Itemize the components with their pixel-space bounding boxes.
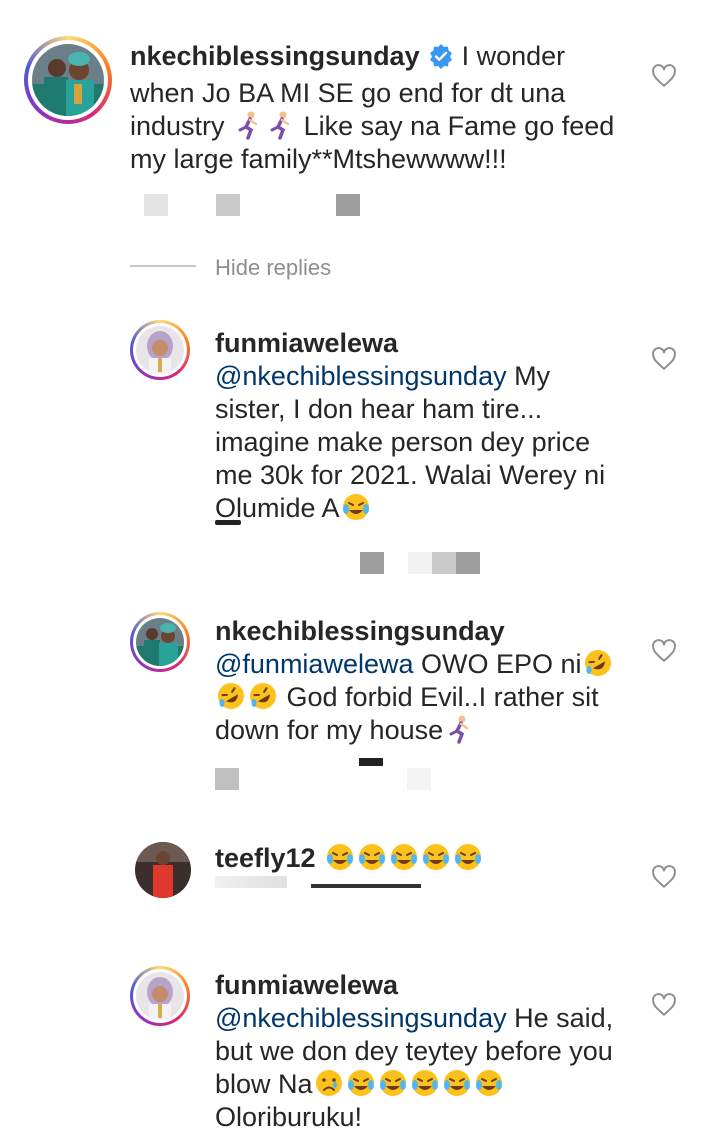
redacted-meta-row bbox=[215, 876, 435, 888]
username[interactable]: funmiawelewa bbox=[215, 328, 398, 358]
rolling-on-floor-laughing-emoji bbox=[216, 681, 246, 711]
face-with-tears-of-joy-emoji bbox=[410, 1068, 440, 1098]
heart-outline-icon[interactable] bbox=[651, 346, 677, 372]
mention-link[interactable]: @funmiawelewa bbox=[215, 649, 414, 679]
heart-outline-icon[interactable] bbox=[651, 864, 677, 890]
heart-outline-icon[interactable] bbox=[651, 63, 677, 89]
story-ring-avatar[interactable] bbox=[130, 320, 190, 380]
woman-running-emoji bbox=[265, 110, 295, 140]
heart-outline-icon[interactable] bbox=[651, 992, 677, 1018]
username[interactable]: teefly12 bbox=[215, 843, 316, 873]
reply-item: funmiawelewa @nkechiblessingsunday My si… bbox=[0, 320, 720, 590]
face-with-tears-of-joy-emoji bbox=[474, 1068, 504, 1098]
redacted-meta-row bbox=[144, 194, 364, 216]
story-ring-avatar[interactable] bbox=[130, 612, 190, 672]
reply-text: funmiawelewa @nkechiblessingsunday My si… bbox=[215, 327, 625, 525]
reply-item: funmiawelewa @nkechiblessingsunday He sa… bbox=[0, 966, 720, 1135]
redacted-meta-row bbox=[215, 758, 455, 790]
avatar bbox=[136, 326, 184, 374]
avatar[interactable] bbox=[135, 842, 191, 898]
reply-text: nkechiblessingsunday @funmiawelewa OWO E… bbox=[215, 615, 625, 747]
hide-replies-button[interactable]: Hide replies bbox=[215, 255, 331, 281]
reply-item: nkechiblessingsunday @funmiawelewa OWO E… bbox=[0, 612, 720, 802]
face-with-tears-of-joy-emoji bbox=[341, 492, 371, 522]
story-ring-avatar[interactable] bbox=[130, 966, 190, 1026]
avatar bbox=[136, 972, 184, 1020]
face-with-tears-of-joy-emoji bbox=[453, 842, 483, 872]
redacted-meta-row bbox=[360, 552, 490, 574]
comment-text: nkechiblessingsunday I wonder when Jo BA … bbox=[130, 40, 630, 176]
mention-link[interactable]: @nkechiblessingsunday bbox=[215, 361, 507, 391]
avatar bbox=[136, 618, 184, 666]
hide-replies-divider bbox=[130, 265, 196, 267]
reply-body: OWO EPO ni bbox=[421, 649, 582, 679]
verified-badge-icon bbox=[428, 43, 454, 77]
face-with-tears-of-joy-emoji bbox=[442, 1068, 472, 1098]
reply-item: teefly12 bbox=[0, 840, 720, 950]
face-with-tears-of-joy-emoji bbox=[389, 842, 419, 872]
username[interactable]: nkechiblessingsunday bbox=[130, 41, 420, 71]
mention-link[interactable]: @nkechiblessingsunday bbox=[215, 1003, 507, 1033]
face-with-tears-of-joy-emoji bbox=[346, 1068, 376, 1098]
username[interactable]: funmiawelewa bbox=[215, 970, 398, 1000]
crying-face-emoji bbox=[314, 1068, 344, 1098]
heart-outline-icon[interactable] bbox=[651, 638, 677, 664]
reply-text: funmiawelewa @nkechiblessingsunday He sa… bbox=[215, 969, 635, 1134]
face-with-tears-of-joy-emoji bbox=[325, 842, 355, 872]
redacted-meta-row bbox=[215, 520, 515, 526]
face-with-tears-of-joy-emoji bbox=[378, 1068, 408, 1098]
woman-running-emoji bbox=[233, 110, 263, 140]
reply-body-cont: Oloriburuku! bbox=[215, 1102, 363, 1132]
comment-parent: nkechiblessingsunday I wonder when Jo BA … bbox=[0, 0, 720, 240]
username[interactable]: nkechiblessingsunday bbox=[215, 616, 505, 646]
reply-text: teefly12 bbox=[215, 842, 625, 875]
story-ring-avatar[interactable] bbox=[24, 36, 112, 124]
face-with-tears-of-joy-emoji bbox=[421, 842, 451, 872]
rolling-on-floor-laughing-emoji bbox=[583, 648, 613, 678]
woman-running-emoji bbox=[444, 714, 474, 744]
face-with-tears-of-joy-emoji bbox=[357, 842, 387, 872]
rolling-on-floor-laughing-emoji bbox=[248, 681, 278, 711]
avatar bbox=[32, 44, 104, 116]
